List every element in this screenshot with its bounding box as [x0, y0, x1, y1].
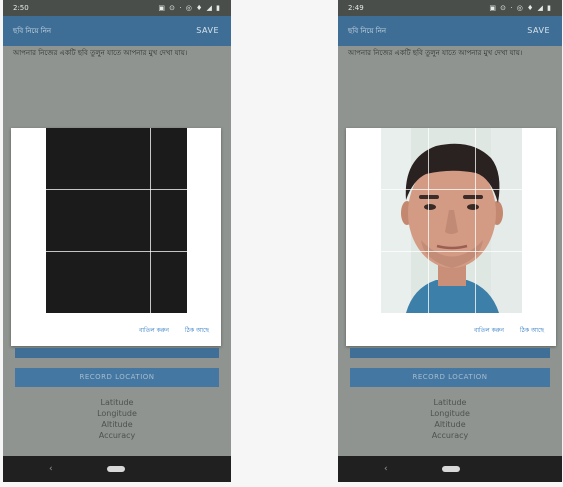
grid-line-horizontal	[381, 189, 522, 190]
status-icons: ▣ ⊙ · ◎ ♦ ◢ ▮	[158, 4, 221, 12]
record-location-button[interactable]: RECORD LOCATION	[15, 368, 219, 387]
question-prompt: আপনার নিজের একটি ছবি তুলুন যাতে আপনার মু…	[13, 49, 188, 57]
longitude-label: Longitude	[430, 409, 470, 418]
home-pill-icon[interactable]	[107, 466, 125, 472]
ok-button[interactable]: ঠিক আছে	[520, 327, 544, 334]
grid-line-horizontal	[46, 251, 187, 252]
location-readout: Latitude Longitude Altitude Accuracy	[338, 397, 562, 441]
record-location-button[interactable]: RECORD LOCATION	[350, 368, 550, 387]
grid-line-vertical	[475, 128, 476, 313]
altitude-label: Altitude	[434, 420, 466, 429]
app-bar-title: ছবি নিয়ে নিন	[348, 27, 387, 35]
ok-button[interactable]: ঠিক আছে	[185, 327, 209, 334]
navigation-bar: ‹	[338, 456, 562, 482]
accuracy-label: Accuracy	[431, 431, 469, 440]
back-icon[interactable]: ‹	[49, 464, 53, 474]
save-button[interactable]: SAVE	[196, 26, 219, 35]
latitude-label: Latitude	[100, 398, 134, 407]
camera-viewfinder[interactable]	[46, 128, 187, 313]
cancel-button[interactable]: বাতিল করুন	[474, 327, 504, 334]
status-time: 2:49	[348, 4, 364, 12]
camera-viewfinder[interactable]	[381, 128, 522, 313]
camera-dialog: বাতিল করুন ঠিক আছে	[11, 128, 221, 346]
status-time: 2:50	[13, 4, 29, 12]
phone-screen-right: 2:49 ▣ ⊙ · ◎ ♦ ◢ ▮ ছবি নিয়ে নিন SAVE আপ…	[338, 0, 562, 482]
grid-line-horizontal	[46, 189, 187, 190]
save-button[interactable]: SAVE	[527, 26, 550, 35]
accuracy-label: Accuracy	[98, 431, 136, 440]
status-bar: 2:50 ▣ ⊙ · ◎ ♦ ◢ ▮	[3, 0, 231, 16]
grid-line-vertical	[150, 128, 151, 313]
altitude-label: Altitude	[101, 420, 133, 429]
app-bar: ছবি নিয়ে নিন SAVE	[3, 16, 231, 46]
face-photo	[381, 128, 522, 313]
grid-line-vertical	[428, 128, 429, 313]
location-readout: Latitude Longitude Altitude Accuracy	[3, 397, 231, 441]
collapsed-panel-strip	[15, 348, 219, 358]
status-bar: 2:49 ▣ ⊙ · ◎ ♦ ◢ ▮	[338, 0, 562, 16]
grid-line-horizontal	[381, 251, 522, 252]
home-pill-icon[interactable]	[442, 466, 460, 472]
app-bar-title: ছবি নিয়ে নিন	[13, 27, 52, 35]
camera-dialog: বাতিল করুন ঠিক আছে	[346, 128, 556, 346]
question-prompt: আপনার নিজের একটি ছবি তুলুন যাতে আপনার মু…	[348, 49, 523, 57]
app-bar: ছবি নিয়ে নিন SAVE	[338, 16, 562, 46]
dialog-actions: বাতিল করুন ঠিক আছে	[125, 325, 209, 336]
longitude-label: Longitude	[97, 409, 137, 418]
navigation-bar: ‹	[3, 456, 231, 482]
latitude-label: Latitude	[433, 398, 467, 407]
phone-screen-left: 2:50 ▣ ⊙ · ◎ ♦ ◢ ▮ ছবি নিয়ে নিন SAVE আপ…	[3, 0, 231, 482]
dialog-actions: বাতিল করুন ঠিক আছে	[460, 325, 544, 336]
cancel-button[interactable]: বাতিল করুন	[139, 327, 169, 334]
collapsed-panel-strip	[350, 348, 550, 358]
status-icons: ▣ ⊙ · ◎ ♦ ◢ ▮	[489, 4, 552, 12]
back-icon[interactable]: ‹	[384, 464, 388, 474]
